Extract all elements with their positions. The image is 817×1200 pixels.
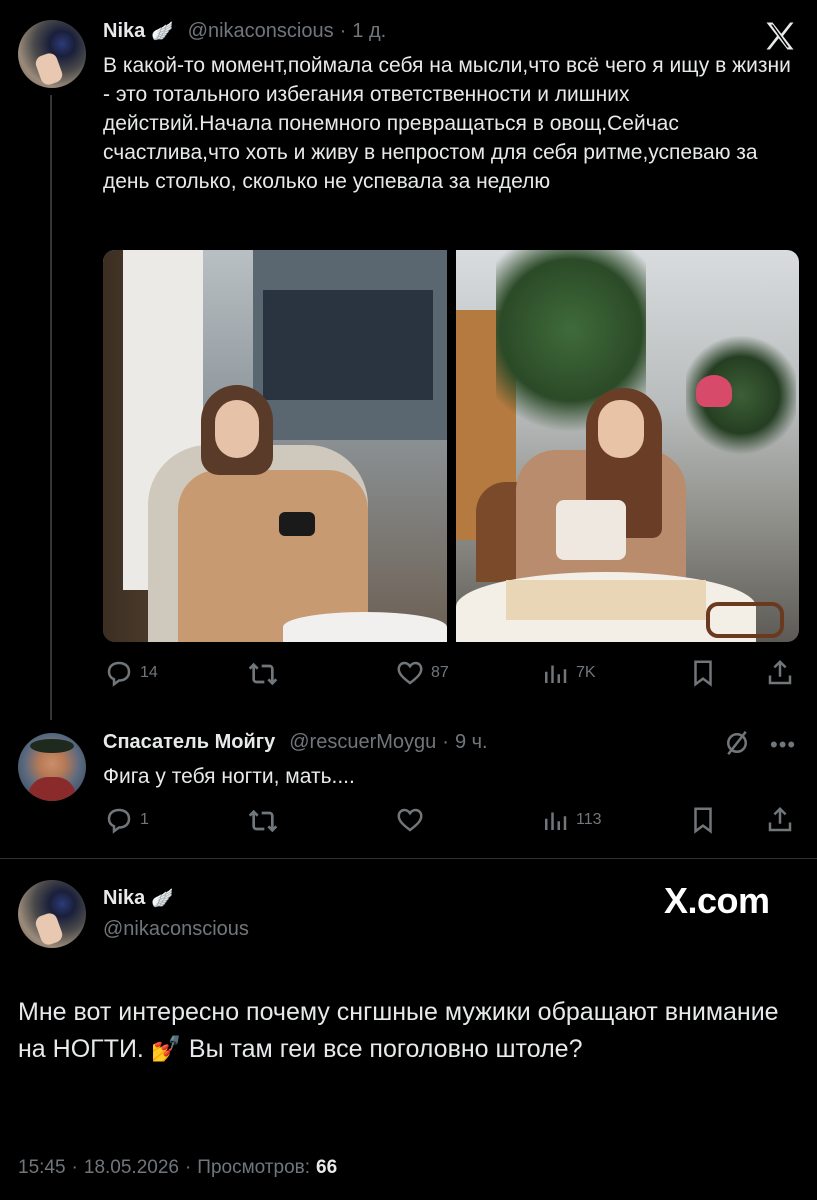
like-button[interactable]: 87 xyxy=(395,658,449,688)
tweet-age[interactable]: 1 д. xyxy=(352,20,386,43)
author-name[interactable]: Nika xyxy=(103,887,145,910)
grok-icon[interactable] xyxy=(722,728,752,763)
bookmark-button[interactable] xyxy=(688,658,718,688)
x-logo-icon[interactable] xyxy=(762,18,798,54)
retweet-icon xyxy=(248,662,278,686)
tweet-date[interactable]: 18.05.2026 xyxy=(84,1157,179,1179)
share-icon xyxy=(768,659,792,685)
views-icon xyxy=(545,812,567,830)
like-count: 87 xyxy=(431,664,449,681)
share-button[interactable] xyxy=(765,805,795,835)
like-button[interactable] xyxy=(395,805,425,835)
reply-count: 1 xyxy=(140,811,149,828)
bookmark-icon xyxy=(694,807,712,834)
views-count: 7K xyxy=(576,664,596,681)
avatar[interactable] xyxy=(18,733,86,801)
more-options-icon[interactable]: ••• xyxy=(770,732,796,758)
xcom-watermark: X.com xyxy=(664,880,770,921)
heart-icon xyxy=(397,808,423,832)
avatar[interactable] xyxy=(18,880,86,948)
share-button[interactable] xyxy=(765,658,795,688)
tweet-header: Спасатель Мойгу @rescuerMoygu · 9 ч. xyxy=(103,731,488,754)
author-name[interactable]: Спасатель Мойгу xyxy=(103,731,275,754)
tweet-header: Nika 🪽 xyxy=(103,887,174,910)
tweet-time[interactable]: 15:45 xyxy=(18,1157,66,1179)
bookmark-icon xyxy=(694,660,712,687)
tweet-photo-left[interactable] xyxy=(103,250,447,642)
reply-icon xyxy=(107,661,131,687)
views-button[interactable]: 113 xyxy=(540,805,602,835)
retweet-button[interactable] xyxy=(247,805,279,837)
reply-button[interactable]: 14 xyxy=(104,658,158,688)
views-count: 66 xyxy=(316,1157,338,1178)
separator-dot: · xyxy=(339,20,347,42)
retweet-icon xyxy=(248,809,278,833)
author-handle[interactable]: @rescuerMoygu xyxy=(289,731,436,754)
retweet-button[interactable] xyxy=(247,658,279,690)
separator-dot: · xyxy=(184,1157,192,1178)
author-handle[interactable]: @nikaconscious xyxy=(103,918,249,941)
tweet-photo-right[interactable] xyxy=(456,250,799,642)
bookmark-button[interactable] xyxy=(688,805,718,835)
tweet-header: Nika 🪽 @nikaconscious · 1 д. xyxy=(103,20,386,43)
views-label: Просмотров: xyxy=(197,1157,311,1178)
tweet-meta: 15:45 · 18.05.2026 · Просмотров: 66 xyxy=(18,1157,337,1179)
divider xyxy=(0,858,817,859)
thread-line xyxy=(50,95,52,720)
avatar[interactable] xyxy=(18,20,86,88)
separator-dot: · xyxy=(71,1157,78,1178)
tweet-text: В какой-то момент,поймала себя на мысли,… xyxy=(103,54,791,193)
views-button[interactable]: 7K xyxy=(540,658,596,688)
tweet-text: Мне вот интересно почему снгшные мужики … xyxy=(18,998,779,1063)
wing-icon: 🪽 xyxy=(151,21,174,41)
heart-icon xyxy=(397,661,423,685)
views-icon xyxy=(545,665,567,683)
views-count: 113 xyxy=(576,811,602,828)
separator-dot: · xyxy=(442,731,449,753)
reply-button[interactable]: 1 xyxy=(104,805,149,835)
reply-count: 14 xyxy=(140,664,158,681)
author-handle[interactable]: @nikaconscious xyxy=(188,20,334,43)
tweet-text: Фига у тебя ногти, мать.... xyxy=(103,765,355,788)
wing-icon: 🪽 xyxy=(151,888,174,908)
tweet-age[interactable]: 9 ч. xyxy=(455,731,488,754)
reply-icon xyxy=(107,808,131,834)
share-icon xyxy=(768,806,792,832)
author-name[interactable]: Nika xyxy=(103,20,145,43)
